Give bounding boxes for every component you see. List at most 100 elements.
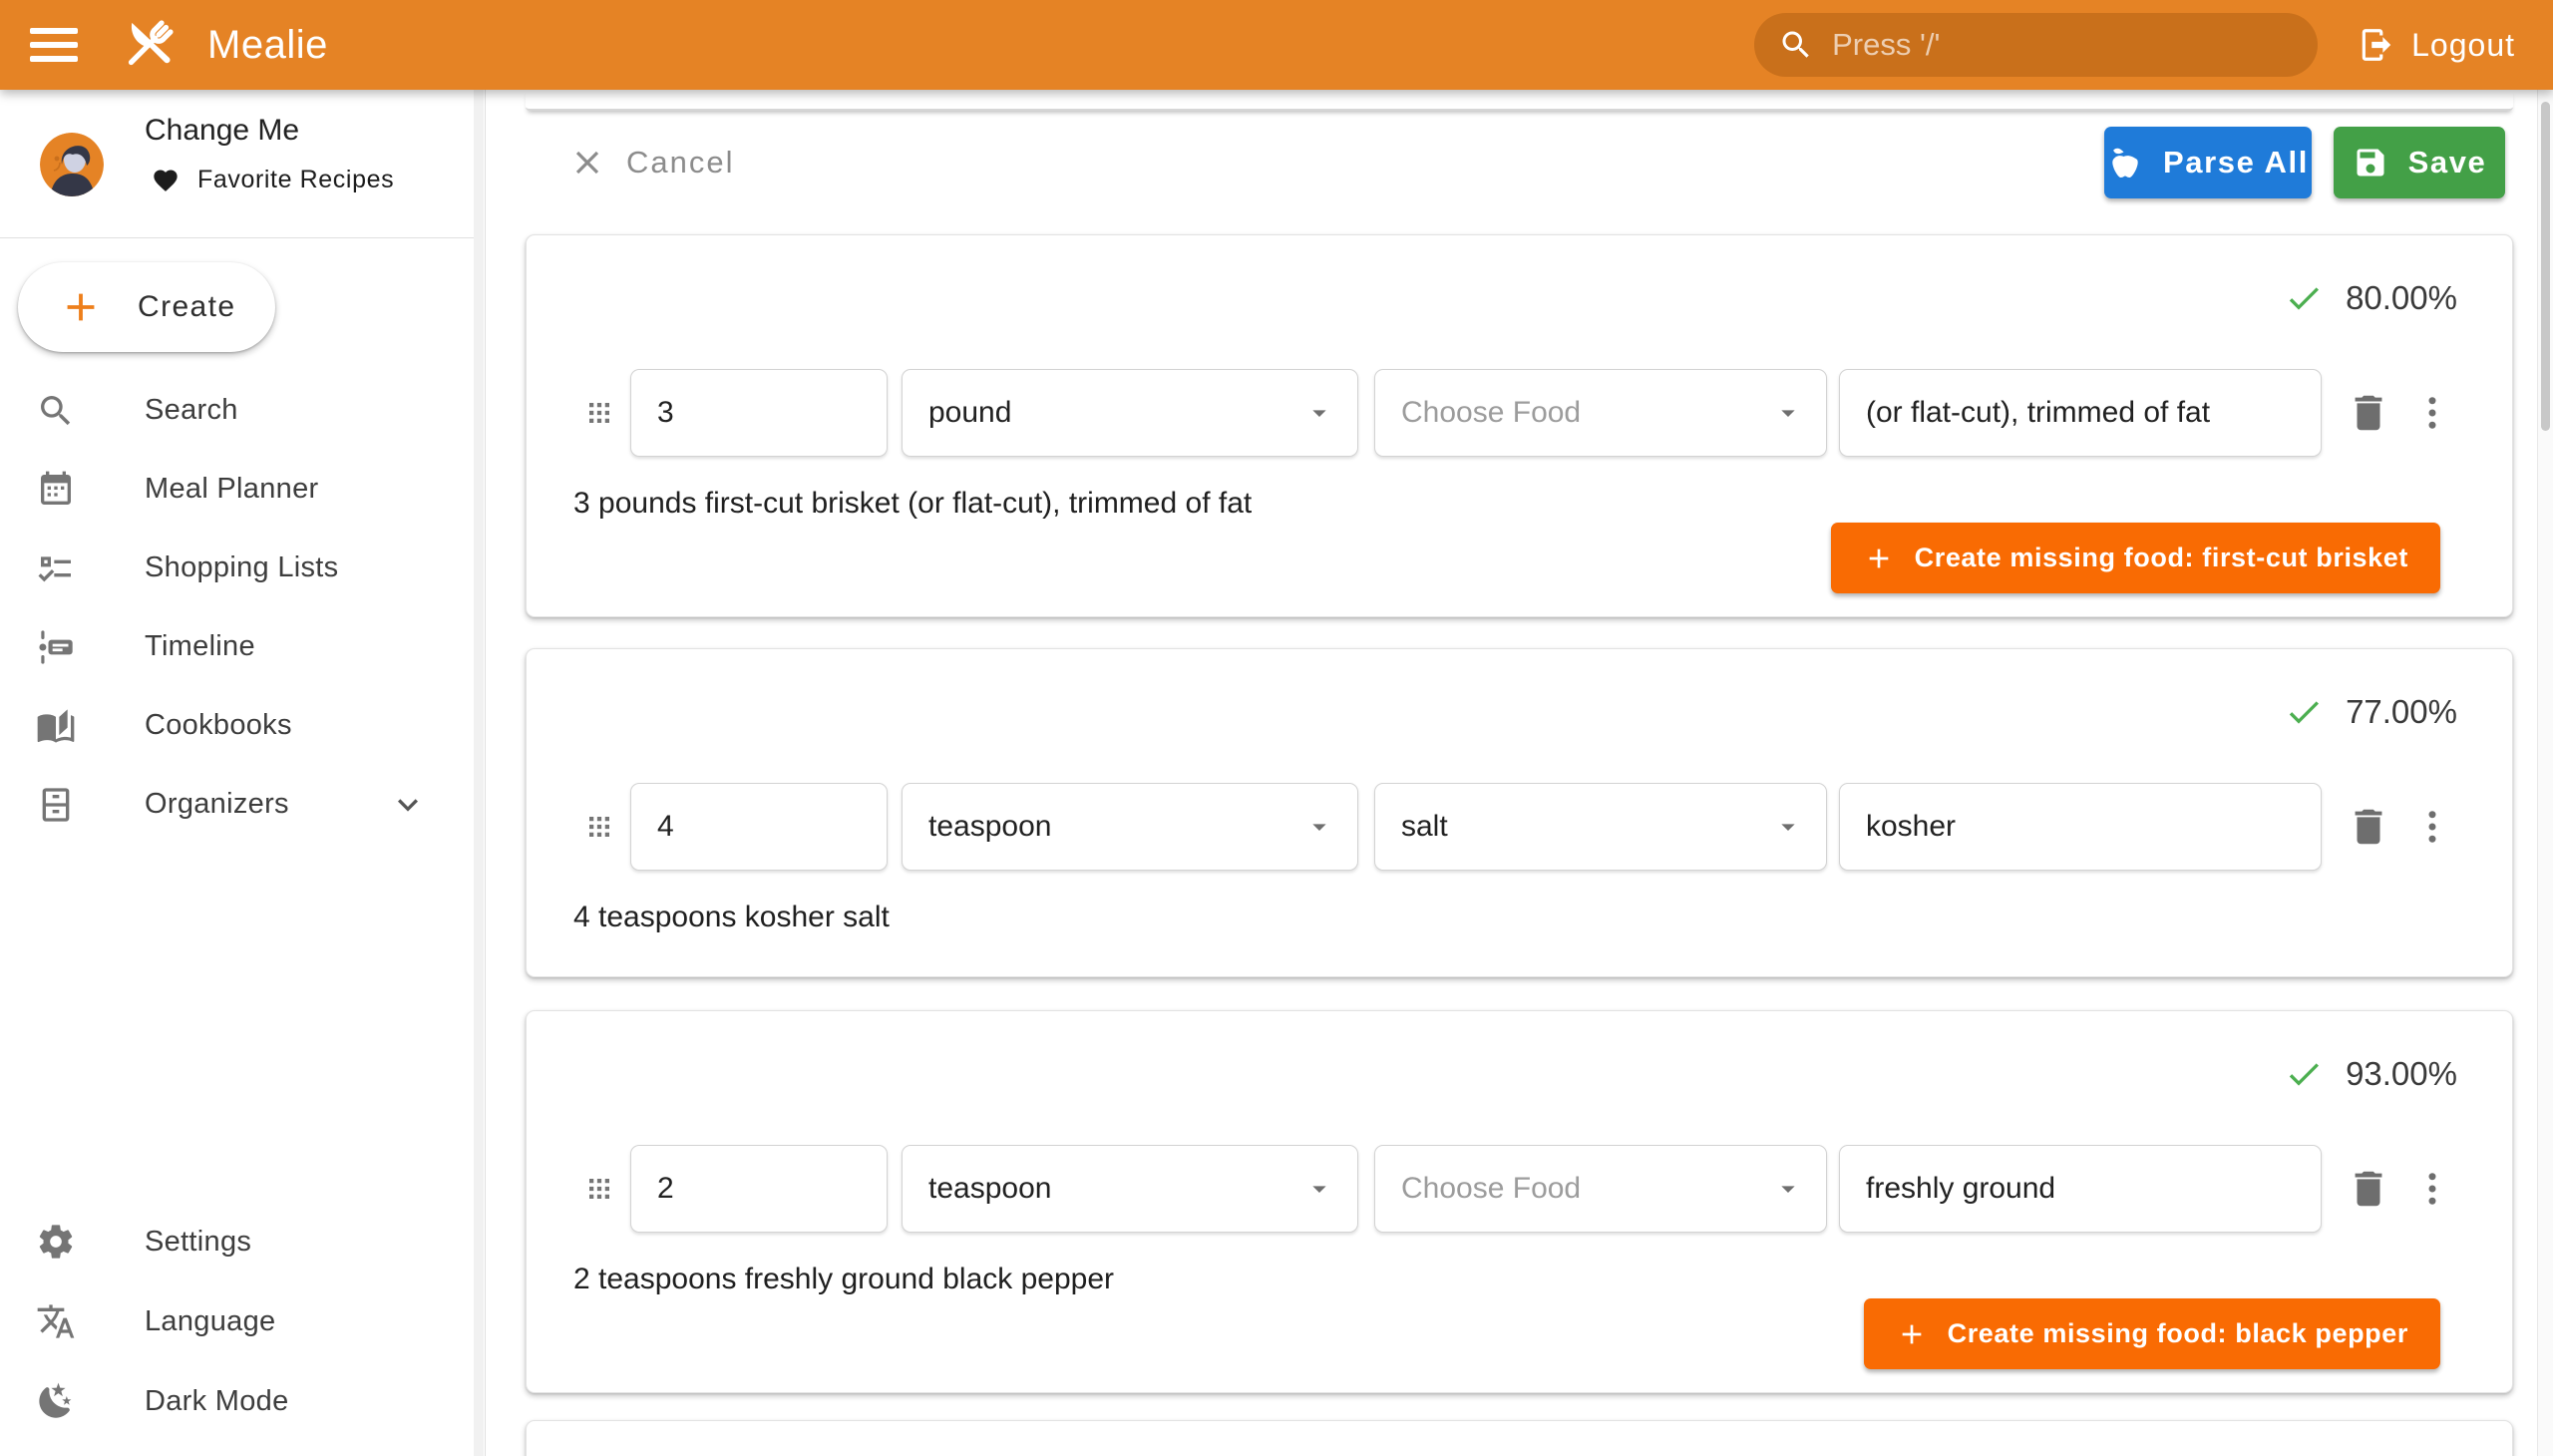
chevron-down-icon	[388, 785, 428, 825]
moon-stars-icon	[36, 1381, 76, 1421]
food-value: salt	[1401, 810, 1448, 844]
check-icon	[2284, 692, 2324, 732]
menu-down-icon	[1303, 1173, 1335, 1205]
create-button[interactable]: Create	[18, 262, 275, 352]
list-checks-icon	[36, 548, 76, 588]
original-ingredient-text: 2 teaspoons freshly ground black pepper	[527, 1260, 2512, 1299]
logout-icon	[2358, 26, 2395, 64]
timeline-icon	[36, 627, 76, 667]
ingredient-card: 80.00% 3 pound Choose Food (or flat-cut)…	[526, 234, 2513, 617]
kebab-menu-button[interactable]	[2411, 806, 2453, 848]
search-input[interactable]: Press '/'	[1754, 13, 2318, 77]
ingredient-parser-page: Cancel Parse All Save 80.00%	[486, 90, 2553, 1456]
food-placeholder: Choose Food	[1401, 396, 1581, 430]
unit-select[interactable]: pound	[902, 369, 1358, 457]
confidence-row: 93.00%	[527, 1055, 2512, 1093]
sidebar-scrollbar[interactable]	[474, 90, 484, 1456]
trash-icon	[2346, 390, 2391, 436]
kebab-menu-button[interactable]	[2411, 392, 2453, 434]
note-input[interactable]: freshly ground	[1839, 1145, 2322, 1233]
sidebar-item-dark-mode[interactable]: Dark Mode	[0, 1361, 474, 1441]
food-select[interactable]: salt	[1374, 783, 1827, 871]
page-scrollbar[interactable]	[2537, 90, 2553, 1456]
drag-handle-icon[interactable]	[584, 396, 614, 430]
magnify-icon	[36, 391, 76, 431]
sidebar-item-label: Cookbooks	[145, 709, 292, 742]
parse-all-label: Parse All	[2163, 145, 2309, 181]
heart-icon	[152, 167, 180, 194]
ingredient-fields-row: 3 pound Choose Food (or flat-cut), trimm…	[527, 369, 2512, 457]
avatar[interactable]	[40, 133, 104, 196]
parse-all-button[interactable]: Parse All	[2104, 127, 2312, 198]
apple-icon	[2107, 145, 2143, 181]
scrollbar-thumb[interactable]	[2541, 102, 2550, 431]
plus-icon	[1896, 1318, 1928, 1350]
plus-icon	[1863, 543, 1895, 574]
create-button-label: Create	[138, 290, 235, 324]
menu-down-icon	[1303, 811, 1335, 843]
book-open-icon	[36, 706, 76, 746]
quantity-input[interactable]: 4	[630, 783, 888, 871]
dots-vertical-icon	[2411, 1168, 2453, 1210]
drag-handle-icon[interactable]	[584, 1172, 614, 1206]
menu-down-icon	[1303, 397, 1335, 429]
delete-ingredient-button[interactable]	[2346, 390, 2391, 436]
confidence-row: 80.00%	[527, 279, 2512, 317]
logout-button[interactable]: Logout	[2358, 26, 2515, 64]
confidence-value: 80.00%	[2346, 279, 2457, 317]
magnify-icon	[1778, 27, 1814, 63]
hamburger-menu-icon[interactable]	[30, 28, 78, 62]
sidebar-item-shopping-lists[interactable]: Shopping Lists	[0, 529, 474, 607]
search-placeholder: Press '/'	[1832, 27, 1940, 63]
sidebar-item-meal-planner[interactable]: Meal Planner	[0, 450, 474, 529]
plus-icon	[58, 284, 104, 330]
food-select[interactable]: Choose Food	[1374, 369, 1827, 457]
trash-icon	[2346, 1166, 2391, 1212]
sidebar-item-label: Settings	[145, 1226, 251, 1259]
quantity-input[interactable]: 3	[630, 369, 888, 457]
sidebar-item-organizers[interactable]: Organizers	[0, 765, 474, 844]
quantity-input[interactable]: 2	[630, 1145, 888, 1233]
confidence-value: 77.00%	[2346, 693, 2457, 731]
create-missing-food-button[interactable]: Create missing food: black pepper	[1864, 1298, 2440, 1369]
calendar-icon	[36, 470, 76, 510]
drag-handle-icon[interactable]	[584, 810, 614, 844]
menu-down-icon	[1772, 397, 1804, 429]
delete-ingredient-button[interactable]	[2346, 804, 2391, 850]
note-input[interactable]: (or flat-cut), trimmed of fat	[1839, 369, 2322, 457]
create-missing-food-label: Create missing food: first-cut brisket	[1915, 543, 2408, 573]
note-input[interactable]: kosher	[1839, 783, 2322, 871]
original-ingredient-text: 4 teaspoons kosher salt	[527, 898, 2512, 937]
ingredient-card: 77.00% 4 teaspoon salt kosher	[526, 648, 2513, 977]
unit-select[interactable]: teaspoon	[902, 1145, 1358, 1233]
sidebar-item-timeline[interactable]: Timeline	[0, 607, 474, 686]
ingredient-fields-row: 2 teaspoon Choose Food freshly ground	[527, 1145, 2512, 1233]
cancel-button[interactable]: Cancel	[568, 144, 735, 182]
save-button[interactable]: Save	[2334, 127, 2505, 198]
favorite-recipes-label: Favorite Recipes	[197, 166, 394, 194]
fork-knife-logo-icon	[116, 12, 182, 78]
save-label: Save	[2408, 145, 2487, 181]
save-icon	[2353, 145, 2388, 181]
confidence-row: 77.00%	[527, 693, 2512, 731]
sidebar-item-settings[interactable]: Settings	[0, 1202, 474, 1281]
delete-ingredient-button[interactable]	[2346, 1166, 2391, 1212]
gear-icon	[36, 1222, 76, 1262]
sidebar-item-cookbooks[interactable]: Cookbooks	[0, 686, 474, 765]
unit-select[interactable]: teaspoon	[902, 783, 1358, 871]
sidebar-item-label: Search	[145, 394, 238, 427]
sidebar-item-label: Meal Planner	[145, 473, 318, 506]
create-missing-food-button[interactable]: Create missing food: first-cut brisket	[1831, 523, 2440, 593]
kebab-menu-button[interactable]	[2411, 1168, 2453, 1210]
check-icon	[2284, 1054, 2324, 1094]
food-placeholder: Choose Food	[1401, 1172, 1581, 1206]
sidebar-item-language[interactable]: Language	[0, 1281, 474, 1361]
confidence-value: 93.00%	[2346, 1055, 2457, 1093]
sidebar: Change Me Favorite Recipes Create Search…	[0, 90, 486, 1456]
ingredient-card-partial	[526, 1420, 2513, 1456]
sidebar-item-search[interactable]: Search	[0, 371, 474, 450]
food-select[interactable]: Choose Food	[1374, 1145, 1827, 1233]
quantity-value: 3	[657, 396, 674, 430]
favorite-recipes-link[interactable]: Favorite Recipes	[152, 166, 394, 194]
app-title: Mealie	[207, 23, 328, 68]
